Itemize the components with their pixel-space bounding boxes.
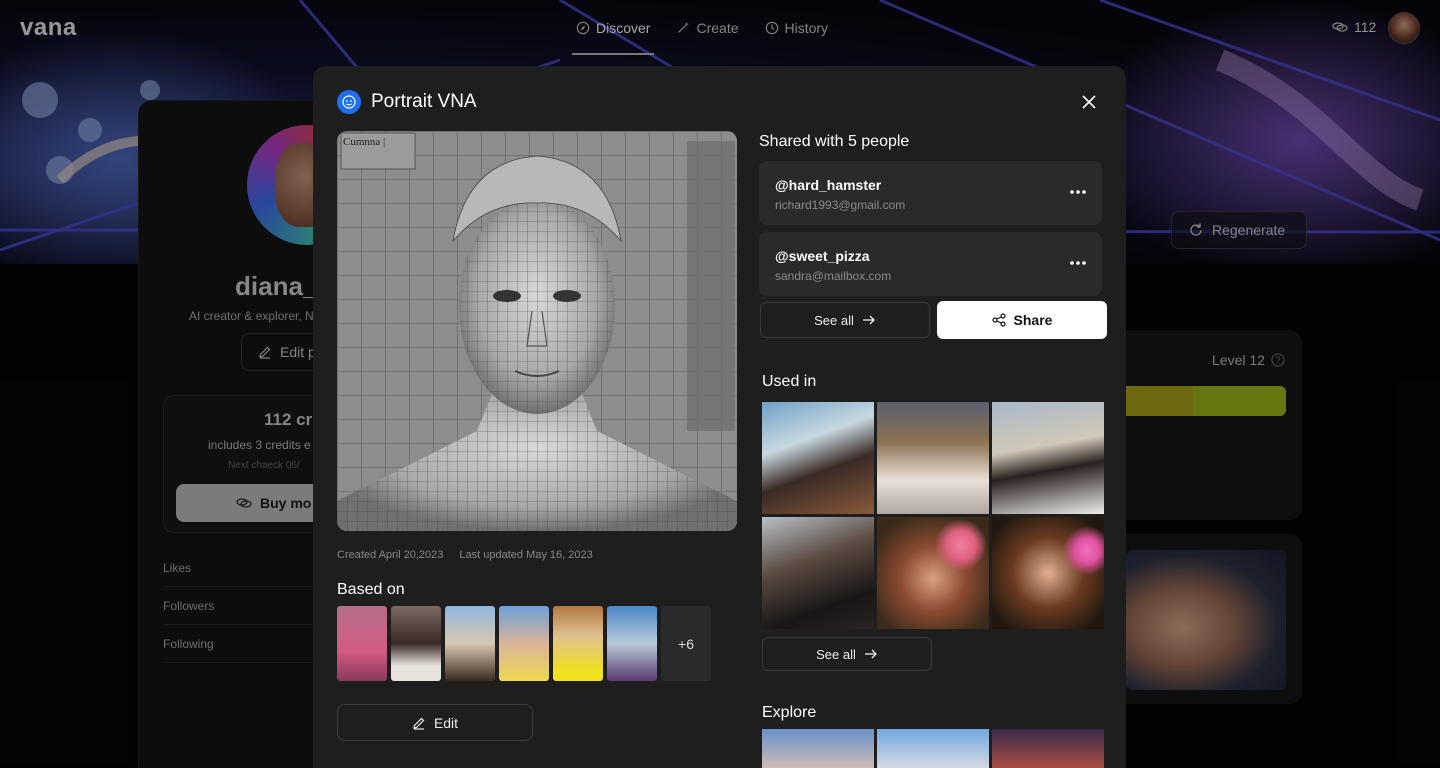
used-in-image[interactable] xyxy=(877,402,989,514)
used-in-image[interactable] xyxy=(992,402,1104,514)
explore-row xyxy=(762,729,1104,768)
based-on-title: Based on xyxy=(337,581,405,598)
user-email: sandra@mailbox.com xyxy=(775,269,892,283)
shared-user-card[interactable]: @sweet_pizza sandra@mailbox.com xyxy=(759,232,1102,296)
svg-text:?: ? xyxy=(1275,355,1280,365)
profile-name: diana_ xyxy=(235,271,318,301)
overlay-caption: Cumnna | xyxy=(343,136,385,148)
used-in-image[interactable] xyxy=(992,517,1104,629)
see-all-shared-button[interactable]: See all xyxy=(760,302,930,338)
regenerate-button[interactable]: Regenerate xyxy=(1171,211,1307,249)
close-icon[interactable] xyxy=(1079,92,1099,112)
level-text: Level 12 xyxy=(1212,352,1265,368)
see-all-used-label: See all xyxy=(816,646,856,662)
based-on-thumb[interactable] xyxy=(445,606,495,681)
edit-profile-label: Edit p xyxy=(280,344,316,360)
shared-user-card[interactable]: @hard_hamster richard1993@gmail.com xyxy=(759,161,1102,225)
edit-label: Edit xyxy=(433,714,459,731)
share-label: Share xyxy=(1013,312,1053,328)
profile-bio: AI creator & explorer, N xyxy=(189,309,314,323)
level-progress-bar xyxy=(1100,386,1286,416)
portrait-modal: Portrait VNA Cumnna | Created April 20,2… xyxy=(313,66,1126,768)
tab-create-label: Create xyxy=(696,20,739,36)
nav-tabs: Discover Create History xyxy=(572,0,850,56)
explore-image[interactable] xyxy=(762,729,874,768)
more-horizontal-icon[interactable] xyxy=(1069,189,1087,195)
clock-icon xyxy=(765,21,778,35)
pencil-icon xyxy=(259,346,271,359)
credits-sub: includes 3 credits e xyxy=(208,438,311,452)
help-icon[interactable]: ? xyxy=(1271,353,1285,367)
tab-history[interactable]: History xyxy=(761,0,833,56)
shared-title: Shared with 5 people xyxy=(759,133,910,150)
coins-icon xyxy=(1332,22,1348,32)
created-date: Created April 20,2023 xyxy=(337,549,444,561)
buy-more-label: Buy mo xyxy=(260,495,312,511)
user-avatar[interactable] xyxy=(1388,12,1420,44)
vana-logo[interactable]: vana xyxy=(20,14,77,42)
portrait-preview-image[interactable] xyxy=(1126,550,1286,690)
image-meta: Created April 20,2023 Last updated May 1… xyxy=(337,549,593,561)
top-nav: vana Discover Create History 112 xyxy=(0,0,1440,56)
explore-image[interactable] xyxy=(992,729,1104,768)
based-on-more[interactable]: +6 xyxy=(661,606,711,681)
tab-history-label: History xyxy=(784,20,829,36)
main-portrait-image[interactable]: Cumnna | xyxy=(337,131,737,531)
based-on-thumb[interactable] xyxy=(607,606,657,681)
see-all-used-in-button[interactable]: See all xyxy=(762,637,932,671)
tab-create[interactable]: Create xyxy=(672,0,742,56)
explore-title: Explore xyxy=(762,704,817,721)
modal-title: Portrait VNA xyxy=(371,91,477,112)
compass-icon xyxy=(576,21,590,35)
level-card: Level 12 ? xyxy=(1100,330,1302,520)
share-icon xyxy=(991,313,1006,327)
credits-next: Next chaeck 06/ xyxy=(228,460,300,471)
updated-date: Last updated May 16, 2023 xyxy=(459,549,593,561)
modal-header: Portrait VNA xyxy=(337,90,477,114)
based-on-thumb[interactable] xyxy=(499,606,549,681)
pencil-icon xyxy=(413,717,425,730)
wireframe-portrait: Cumnna | xyxy=(337,131,737,531)
portrait-preview-card xyxy=(1100,534,1302,704)
used-in-title: Used in xyxy=(762,373,817,390)
arrow-right-icon xyxy=(862,315,875,325)
level-label: Level 12 ? xyxy=(1212,352,1285,368)
smiley-icon xyxy=(337,90,361,114)
used-in-image[interactable] xyxy=(762,517,874,629)
arrow-right-icon xyxy=(864,649,877,659)
coins-icon xyxy=(236,498,252,508)
explore-image[interactable] xyxy=(877,729,989,768)
more-horizontal-icon[interactable] xyxy=(1069,260,1087,266)
used-in-image[interactable] xyxy=(762,402,874,514)
level-progress-fill xyxy=(1100,386,1286,416)
edit-button[interactable]: Edit xyxy=(337,704,533,741)
based-on-thumb[interactable] xyxy=(391,606,441,681)
user-email: richard1993@gmail.com xyxy=(775,198,906,212)
share-button[interactable]: Share xyxy=(937,301,1107,339)
credits-counter[interactable]: 112 xyxy=(1332,19,1376,35)
see-all-label: See all xyxy=(814,312,854,328)
user-handle: @hard_hamster xyxy=(775,177,882,193)
credits-count: 112 xyxy=(1354,19,1377,35)
user-handle: @sweet_pizza xyxy=(775,248,870,264)
used-in-image[interactable] xyxy=(877,517,989,629)
based-on-thumb[interactable] xyxy=(337,606,387,681)
based-on-thumb[interactable] xyxy=(553,606,603,681)
tab-discover-label: Discover xyxy=(596,20,651,36)
refresh-icon xyxy=(1190,223,1202,236)
tab-discover[interactable]: Discover xyxy=(572,0,655,56)
based-on-thumbnails: +6 xyxy=(337,606,711,681)
wand-icon xyxy=(678,21,690,33)
regenerate-label: Regenerate xyxy=(1212,222,1286,238)
used-in-grid xyxy=(762,402,1105,629)
